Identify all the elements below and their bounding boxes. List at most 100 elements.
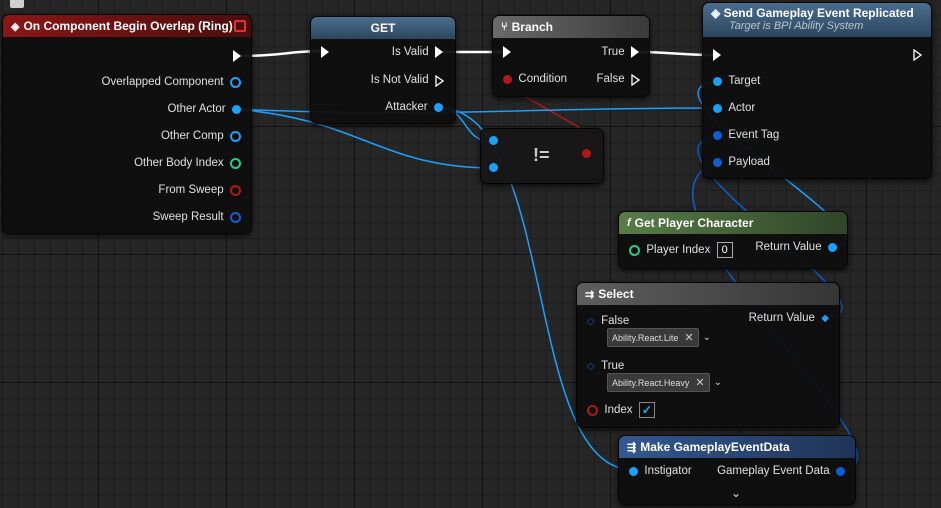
pin-label: Is Not Valid: [370, 74, 429, 86]
pin-label: Instigator: [644, 465, 692, 477]
pin-actor[interactable]: Actor: [713, 102, 755, 114]
pin-select-false[interactable]: ◇ False: [587, 315, 629, 327]
pin-from-sweep[interactable]: From Sweep: [158, 184, 241, 196]
pin-true[interactable]: True: [601, 46, 639, 58]
pin-label: From Sweep: [158, 184, 224, 196]
pin-label: Index: [604, 404, 633, 416]
not-equal-symbol: !=: [533, 145, 550, 165]
pin-player-index[interactable]: Player Index 0: [629, 242, 733, 258]
send-event-title: Send Gameplay Event Replicated: [723, 6, 914, 20]
pin-label: Other Body Index: [134, 157, 224, 169]
pin-label: True: [601, 46, 625, 58]
pin-condition[interactable]: Condition: [503, 73, 567, 85]
pin-return[interactable]: [582, 149, 591, 158]
object-pin-icon: [489, 136, 498, 145]
branch-node-header[interactable]: ⑂ Branch: [493, 16, 649, 38]
exec-arrow-icon: [435, 46, 443, 58]
select-node[interactable]: ⇉ Select ◇ False Ability.React.Lite ✕ ⌄ ◇ …: [576, 282, 840, 428]
make-struct-icon: ⇶: [627, 441, 637, 454]
select-true-value[interactable]: Ability.React.Heavy ✕ ⌄: [607, 373, 722, 392]
pin-label: Gameplay Event Data: [717, 465, 830, 477]
object-pin-icon: [230, 130, 241, 142]
pin-label: Target: [728, 75, 761, 87]
pin-return-value[interactable]: Return Value: [755, 241, 837, 253]
event-node-begin-overlap[interactable]: ◈ On Component Begin Overlap (Ring) Over…: [2, 14, 252, 234]
exec-arrow-icon: [713, 49, 721, 61]
pin-overlapped-component[interactable]: Overlapped Component: [102, 76, 241, 88]
exec-in-pin[interactable]: [503, 46, 511, 58]
get-node-header[interactable]: GET: [311, 17, 455, 39]
pin-b[interactable]: [489, 163, 498, 172]
clear-icon[interactable]: ✕: [684, 331, 693, 344]
select-false-value[interactable]: Ability.React.Lite ✕ ⌄: [607, 328, 711, 347]
make-event-data-header[interactable]: ⇶ Make GameplayEventData: [619, 436, 855, 458]
struct-diamond-pin-icon: ◇: [587, 315, 595, 327]
pin-label: Condition: [518, 73, 567, 85]
tag-chip[interactable]: Ability.React.Heavy ✕: [607, 373, 710, 392]
event-diamond-icon: ◈: [11, 20, 20, 33]
pin-gameplay-event-data[interactable]: Gameplay Event Data: [717, 465, 845, 477]
pin-label: True: [601, 360, 625, 372]
pin-select-true[interactable]: ◇ True: [587, 360, 624, 372]
index-checkbox[interactable]: ✓: [638, 402, 655, 418]
exec-out-pin[interactable]: [913, 49, 922, 61]
pin-false[interactable]: False: [596, 73, 640, 86]
event-node-header[interactable]: ◈ On Component Begin Overlap (Ring): [3, 15, 251, 37]
branch-node-title: Branch: [511, 20, 553, 34]
bool-pin-icon: [503, 74, 512, 84]
send-gameplay-event-node[interactable]: ◈ Send Gameplay Event Replicated Target …: [702, 2, 932, 179]
exec-arrow-icon: [503, 46, 511, 58]
pin-payload[interactable]: Payload: [713, 156, 770, 168]
event-node-title: On Component Begin Overlap (Ring): [23, 19, 233, 33]
pin-other-actor[interactable]: Other Actor: [167, 103, 241, 115]
get-player-character-node[interactable]: f Get Player Character Player Index 0 Re…: [618, 211, 848, 269]
exec-out-pin[interactable]: [233, 50, 241, 62]
branch-node[interactable]: ⑂ Branch Condition True False: [492, 15, 650, 97]
pin-target[interactable]: Target: [713, 75, 760, 87]
pin-label: False: [601, 315, 630, 327]
make-gameplay-event-data-node[interactable]: ⇶ Make GameplayEventData Instigator Game…: [618, 435, 856, 505]
tag-chip[interactable]: Ability.React.Lite ✕: [607, 328, 699, 347]
select-node-header[interactable]: ⇉ Select: [577, 283, 839, 305]
expand-chevron-icon[interactable]: ⌄: [731, 486, 741, 500]
pin-select-index[interactable]: Index ✓: [587, 402, 655, 418]
pin-label: Attacker: [385, 101, 428, 113]
pin-is-valid[interactable]: Is Valid: [392, 46, 443, 58]
pin-label: Other Actor: [167, 103, 226, 115]
pin-label: False: [596, 73, 625, 85]
pin-select-return[interactable]: Return Value ◆: [749, 312, 829, 324]
pin-label: Player Index: [646, 244, 711, 256]
pin-is-not-valid[interactable]: Is Not Valid: [370, 74, 444, 87]
chevron-down-icon[interactable]: ⌄: [714, 377, 722, 388]
exec-arrow-icon: [233, 50, 241, 62]
chevron-down-icon[interactable]: ⌄: [703, 332, 711, 343]
exec-in-pin[interactable]: [713, 49, 721, 61]
get-player-character-header[interactable]: f Get Player Character: [619, 212, 847, 234]
clear-icon[interactable]: ✕: [695, 376, 704, 389]
function-diamond-icon: ◈: [711, 6, 721, 20]
exec-arrow-icon: [321, 46, 329, 58]
comment-icon[interactable]: [10, 0, 24, 8]
pin-sweep-result[interactable]: Sweep Result: [153, 211, 241, 223]
exec-arrow-outline-icon: [631, 74, 640, 86]
pin-event-tag[interactable]: Event Tag: [713, 129, 779, 141]
pin-a[interactable]: [489, 136, 498, 145]
player-index-field[interactable]: 0: [716, 242, 733, 258]
pin-other-body-index[interactable]: Other Body Index: [134, 157, 241, 169]
not-equal-node[interactable]: !=: [480, 128, 604, 184]
pin-other-comp[interactable]: Other Comp: [161, 130, 241, 142]
pin-instigator[interactable]: Instigator: [629, 465, 692, 477]
exec-in-pin[interactable]: [321, 46, 329, 58]
get-node[interactable]: GET Is Valid Is Not Valid Attacker: [310, 16, 456, 124]
get-player-character-title: Get Player Character: [634, 216, 754, 230]
tag-value: Ability.React.Lite: [612, 332, 679, 343]
bool-pin-icon: [587, 404, 598, 416]
pin-attacker[interactable]: Attacker: [385, 101, 443, 113]
send-event-header[interactable]: ◈ Send Gameplay Event Replicated Target …: [703, 3, 931, 37]
pin-label: Is Valid: [391, 46, 429, 58]
send-event-subtitle: Target is BPI Ability System: [729, 20, 864, 32]
pin-label: Return Value: [755, 241, 822, 253]
delegate-pin[interactable]: [234, 20, 246, 32]
function-f-icon: f: [627, 217, 631, 229]
bool-pin-icon: [582, 149, 591, 158]
